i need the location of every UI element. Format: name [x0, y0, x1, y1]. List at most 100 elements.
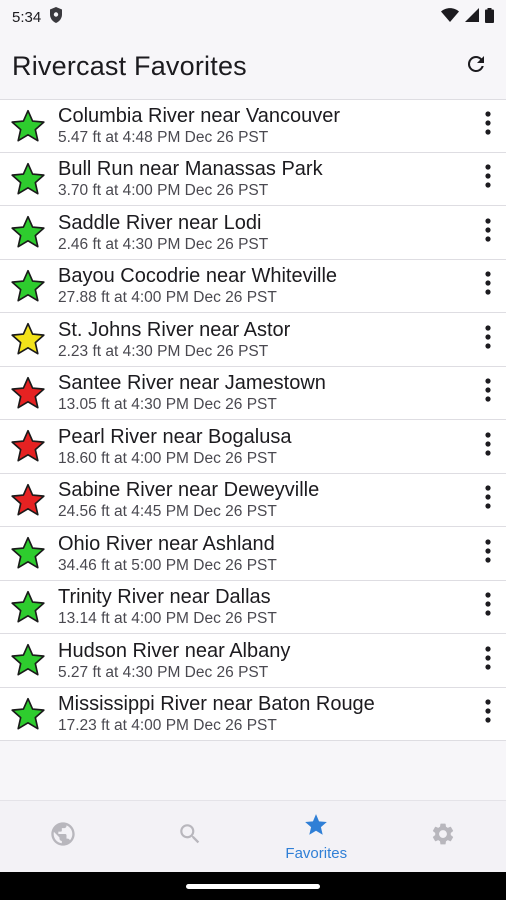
star-icon[interactable] — [0, 634, 56, 687]
list-item-text: Pearl River near Bogalusa 18.60 ft at 4:0… — [56, 425, 470, 468]
list-item-text: Sabine River near Deweyville 24.56 ft at … — [56, 478, 470, 521]
more-vert-icon — [484, 270, 492, 301]
star-icon[interactable] — [0, 313, 56, 366]
refresh-button[interactable] — [458, 48, 494, 84]
more-options-button[interactable] — [470, 420, 506, 473]
list-item[interactable]: Mississippi River near Baton Rouge 17.23 … — [0, 687, 506, 741]
list-item-text: Hudson River near Albany 5.27 ft at 4:30 … — [56, 639, 470, 682]
station-reading: 18.60 ft at 4:00 PM Dec 26 PST — [58, 449, 277, 467]
status-bar: 5:34 — [0, 0, 506, 34]
more-options-button[interactable] — [470, 99, 506, 152]
more-options-button[interactable] — [470, 366, 506, 419]
more-vert-icon — [484, 377, 492, 408]
nav-item-favorites[interactable]: Favorites — [253, 801, 380, 872]
list-item[interactable]: St. Johns River near Astor 2.23 ft at 4:3… — [0, 313, 506, 367]
wifi-icon — [441, 8, 459, 26]
station-reading: 17.23 ft at 4:00 PM Dec 26 PST — [58, 717, 277, 735]
bottom-navigation: Favorites — [0, 800, 506, 872]
station-name: Columbia River near Vancouver — [58, 105, 340, 128]
refresh-icon — [464, 52, 488, 81]
list-item[interactable]: Sabine River near Deweyville 24.56 ft at … — [0, 473, 506, 527]
star-icon[interactable] — [0, 687, 56, 740]
page-title: Rivercast Favorites — [12, 50, 247, 81]
favorites-list: Columbia River near Vancouver 5.47 ft at … — [0, 99, 506, 741]
list-item[interactable]: Bull Run near Manassas Park 3.70 ft at 4:… — [0, 152, 506, 206]
star-icon[interactable] — [0, 259, 56, 312]
nav-label-favorites: Favorites — [285, 844, 348, 862]
star-icon — [302, 812, 330, 843]
star-icon[interactable] — [0, 206, 56, 259]
more-options-button[interactable] — [470, 527, 506, 580]
more-vert-icon — [484, 110, 492, 141]
nav-item-search[interactable] — [127, 801, 254, 872]
station-name: Ohio River near Ashland — [58, 532, 275, 555]
station-name: Pearl River near Bogalusa — [58, 425, 292, 448]
star-icon[interactable] — [0, 420, 56, 473]
station-name: Sabine River near Deweyville — [58, 479, 320, 502]
list-item-text: Saddle River near Lodi 2.46 ft at 4:30 PM… — [56, 211, 470, 254]
station-reading: 2.46 ft at 4:30 PM Dec 26 PST — [58, 235, 269, 253]
list-item[interactable]: Saddle River near Lodi 2.46 ft at 4:30 PM… — [0, 206, 506, 260]
station-name: Santee River near Jamestown — [58, 372, 326, 395]
signal-icon — [465, 8, 479, 26]
nav-item-settings[interactable] — [380, 801, 506, 872]
station-name: Mississippi River near Baton Rouge — [58, 693, 375, 716]
status-time: 5:34 — [12, 8, 42, 26]
list-item[interactable]: Santee River near Jamestown 13.05 ft at 4… — [0, 366, 506, 420]
station-name: St. Johns River near Astor — [58, 318, 291, 341]
star-icon[interactable] — [0, 473, 56, 526]
list-item-text: St. Johns River near Astor 2.23 ft at 4:3… — [56, 318, 470, 361]
station-name: Bull Run near Manassas Park — [58, 158, 323, 181]
list-item-text: Bayou Cocodrie near Whiteville 27.88 ft a… — [56, 264, 470, 307]
station-reading: 13.14 ft at 4:00 PM Dec 26 PST — [58, 610, 277, 628]
station-reading: 13.05 ft at 4:30 PM Dec 26 PST — [58, 396, 277, 414]
more-vert-icon — [484, 591, 492, 622]
more-vert-icon — [484, 324, 492, 355]
star-icon[interactable] — [0, 152, 56, 205]
more-vert-icon — [484, 217, 492, 248]
station-name: Saddle River near Lodi — [58, 211, 262, 234]
list-item[interactable]: Hudson River near Albany 5.27 ft at 4:30 … — [0, 634, 506, 688]
more-vert-icon — [484, 431, 492, 462]
more-vert-icon — [484, 538, 492, 569]
gear-icon — [430, 821, 456, 852]
list-item-text: Columbia River near Vancouver 5.47 ft at … — [56, 104, 470, 147]
list-item-text: Ohio River near Ashland 34.46 ft at 5:00 … — [56, 532, 470, 575]
nav-item-browse[interactable] — [0, 801, 127, 872]
list-item[interactable]: Pearl River near Bogalusa 18.60 ft at 4:0… — [0, 420, 506, 474]
more-options-button[interactable] — [470, 634, 506, 687]
more-vert-icon — [484, 163, 492, 194]
more-vert-icon — [484, 484, 492, 515]
more-options-button[interactable] — [470, 473, 506, 526]
more-options-button[interactable] — [470, 687, 506, 740]
system-gesture-bar — [0, 872, 506, 900]
shield-icon — [49, 7, 63, 27]
app-bar: Rivercast Favorites — [0, 34, 506, 98]
more-options-button[interactable] — [470, 313, 506, 366]
list-item[interactable]: Ohio River near Ashland 34.46 ft at 5:00 … — [0, 527, 506, 581]
more-vert-icon — [484, 698, 492, 729]
more-options-button[interactable] — [470, 152, 506, 205]
more-vert-icon — [484, 645, 492, 676]
list-item[interactable]: Columbia River near Vancouver 5.47 ft at … — [0, 99, 506, 153]
list-item-text: Trinity River near Dallas 13.14 ft at 4:0… — [56, 585, 470, 628]
list-item[interactable]: Trinity River near Dallas 13.14 ft at 4:0… — [0, 580, 506, 634]
star-icon[interactable] — [0, 580, 56, 633]
more-options-button[interactable] — [470, 206, 506, 259]
more-options-button[interactable] — [470, 580, 506, 633]
gesture-handle[interactable] — [186, 884, 320, 889]
list-item[interactable]: Bayou Cocodrie near Whiteville 27.88 ft a… — [0, 259, 506, 313]
station-name: Hudson River near Albany — [58, 639, 291, 662]
station-name: Trinity River near Dallas — [58, 586, 271, 609]
star-icon[interactable] — [0, 527, 56, 580]
station-reading: 2.23 ft at 4:30 PM Dec 26 PST — [58, 342, 269, 360]
station-reading: 5.47 ft at 4:48 PM Dec 26 PST — [58, 129, 269, 147]
list-item-text: Bull Run near Manassas Park 3.70 ft at 4:… — [56, 157, 470, 200]
star-icon[interactable] — [0, 99, 56, 152]
station-reading: 5.27 ft at 4:30 PM Dec 26 PST — [58, 663, 269, 681]
battery-icon — [485, 7, 494, 27]
more-options-button[interactable] — [470, 259, 506, 312]
list-item-text: Santee River near Jamestown 13.05 ft at 4… — [56, 371, 470, 414]
star-icon[interactable] — [0, 366, 56, 419]
station-reading: 34.46 ft at 5:00 PM Dec 26 PST — [58, 556, 277, 574]
